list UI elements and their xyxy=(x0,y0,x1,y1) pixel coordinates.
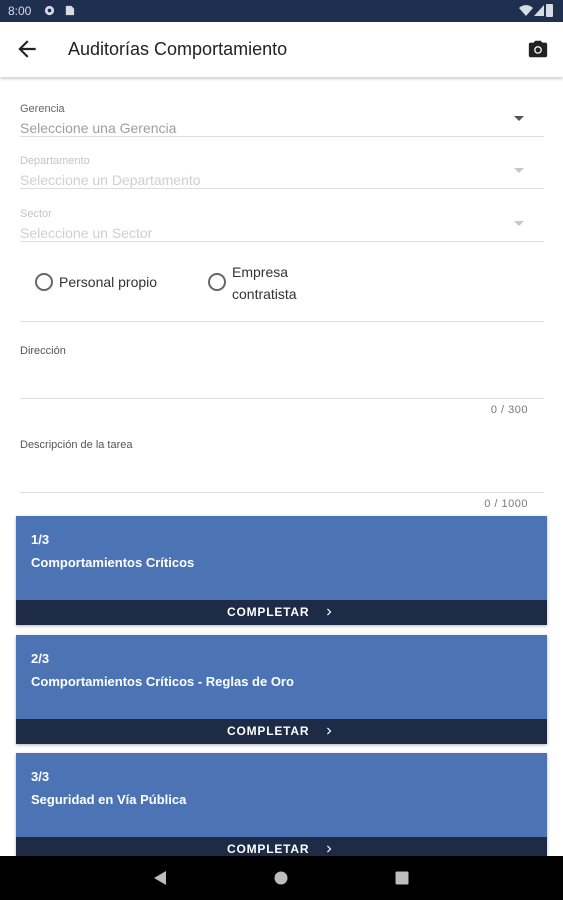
gerencia-label: Gerencia xyxy=(20,103,65,115)
departamento-select[interactable]: Departamento Seleccione un Departamento xyxy=(20,137,544,189)
card-title: Comportamientos Críticos xyxy=(31,555,195,570)
camera-icon[interactable] xyxy=(527,38,549,60)
radio-circle-icon xyxy=(35,273,53,291)
radio-empresa-contratista[interactable]: Empresa contratista xyxy=(208,261,328,307)
sector-label: Sector xyxy=(20,208,52,220)
radio-circle-icon xyxy=(208,273,226,291)
sim-card-icon xyxy=(65,5,75,16)
form-content: Gerencia Seleccione una Gerencia Departa… xyxy=(0,77,563,856)
audit-card-2: 2/3 Comportamientos Críticos - Reglas de… xyxy=(16,635,547,744)
gerencia-placeholder: Seleccione una Gerencia xyxy=(20,120,177,136)
sector-placeholder: Seleccione un Sector xyxy=(20,225,153,241)
page-title: Auditorías Comportamiento xyxy=(68,39,288,59)
app-bar: Auditorías Comportamiento xyxy=(0,22,563,77)
status-bar: 8:00 xyxy=(0,0,563,22)
battery-icon xyxy=(546,4,553,17)
dropdown-arrow-icon xyxy=(514,116,524,121)
navigation-bar xyxy=(0,856,563,900)
nav-recents-icon[interactable] xyxy=(395,871,409,885)
audit-card-1: 1/3 Comportamientos Críticos COMPLETAR xyxy=(16,516,547,625)
direccion-field[interactable]: Dirección xyxy=(20,335,544,399)
sync-icon xyxy=(44,5,55,16)
chevron-right-icon xyxy=(327,845,332,853)
complete-button-label: COMPLETAR xyxy=(227,724,310,738)
direccion-label: Dirección xyxy=(20,345,66,357)
departamento-label: Departamento xyxy=(20,155,90,167)
descripcion-label: Descripción de la tarea xyxy=(20,439,133,451)
signal-icon xyxy=(534,5,544,16)
wifi-icon xyxy=(519,5,533,17)
chevron-right-icon xyxy=(327,727,332,735)
sector-select[interactable]: Sector Seleccione un Sector xyxy=(20,190,544,242)
card-title: Comportamientos Críticos - Reglas de Oro xyxy=(31,674,294,689)
chevron-right-icon xyxy=(327,608,332,616)
gerencia-select[interactable]: Gerencia Seleccione una Gerencia xyxy=(20,85,544,137)
complete-button-label: COMPLETAR xyxy=(227,842,310,856)
complete-button[interactable]: COMPLETAR xyxy=(16,837,547,856)
back-arrow-icon[interactable] xyxy=(14,36,40,62)
direccion-counter: 0 / 300 xyxy=(490,404,528,416)
card-step: 2/3 xyxy=(31,651,50,666)
nav-home-icon[interactable] xyxy=(274,871,288,885)
card-step: 1/3 xyxy=(31,532,50,547)
radio-personal-propio[interactable]: Personal propio xyxy=(35,269,195,295)
card-step: 3/3 xyxy=(31,769,50,784)
card-title: Seguridad en Vía Pública xyxy=(31,792,187,807)
departamento-placeholder: Seleccione un Departamento xyxy=(20,172,201,188)
complete-button-label: COMPLETAR xyxy=(227,605,310,619)
complete-button[interactable]: COMPLETAR xyxy=(16,600,547,625)
complete-button[interactable]: COMPLETAR xyxy=(16,719,547,744)
status-time: 8:00 xyxy=(8,4,32,18)
dropdown-arrow-icon xyxy=(514,168,524,173)
worker-type-radio-group: Personal propio Empresa contratista xyxy=(20,243,544,322)
descripcion-field[interactable]: Descripción de la tarea xyxy=(20,429,544,493)
descripcion-counter: 0 / 1000 xyxy=(484,498,528,510)
radio-label: Personal propio xyxy=(59,274,158,290)
audit-card-3: 3/3 Seguridad en Vía Pública COMPLETAR xyxy=(16,753,547,856)
radio-label: Empresa contratista xyxy=(232,264,297,302)
dropdown-arrow-icon xyxy=(514,221,524,226)
nav-back-icon[interactable] xyxy=(154,871,168,885)
